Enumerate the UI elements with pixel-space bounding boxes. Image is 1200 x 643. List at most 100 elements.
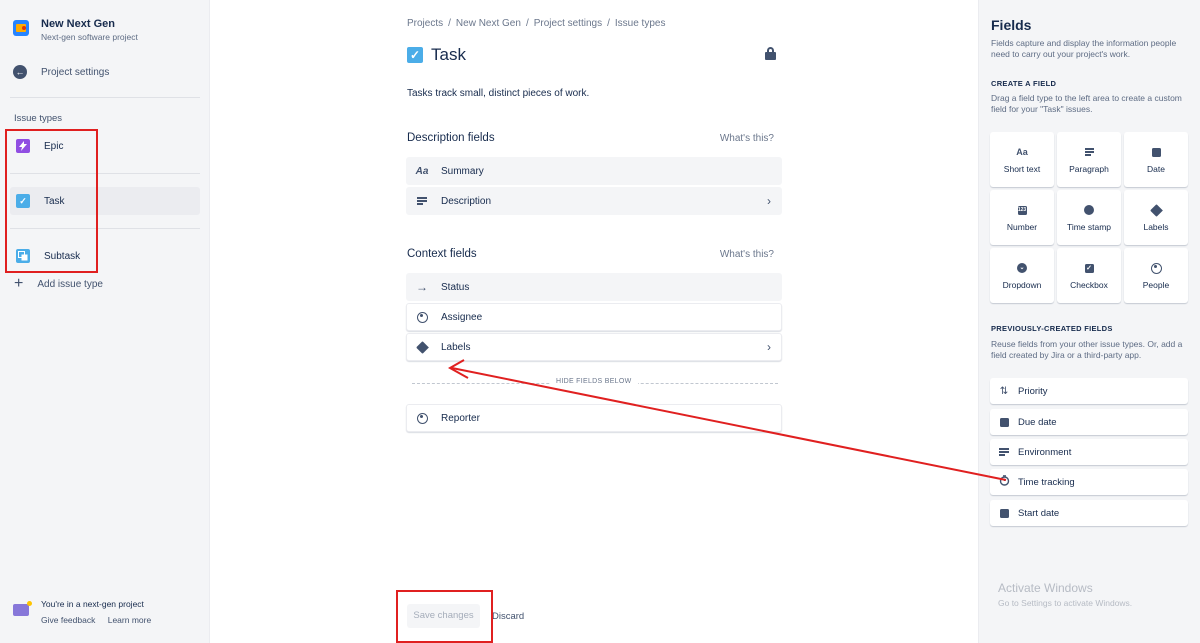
previous-fields-help: Reuse fields from your other issue types… <box>991 339 1183 360</box>
prev-field-label: Environment <box>1018 446 1072 458</box>
paragraph-icon <box>1057 145 1121 159</box>
breadcrumb-project-settings[interactable]: Project settings <box>534 18 602 29</box>
arrow-right-icon: → <box>416 280 428 294</box>
whats-this-link[interactable]: What's this? <box>720 249 774 260</box>
fields-panel-intro: Fields capture and display the informati… <box>991 38 1177 59</box>
stopwatch-icon <box>998 475 1010 489</box>
left-sidebar: New Next Gen Next-gen software project ←… <box>0 0 210 643</box>
add-issue-type-label: Add issue type <box>37 278 103 290</box>
person-icon <box>415 311 429 323</box>
project-header[interactable]: New Next Gen Next-gen software project <box>13 18 138 42</box>
tile-label: Short text <box>1003 164 1041 174</box>
person-icon <box>415 412 429 424</box>
breadcrumb: Projects / New Next Gen / Project settings / I… <box>407 18 666 29</box>
tag-icon <box>415 340 429 354</box>
prev-field-label: Priority <box>1018 385 1048 397</box>
context-fields-heading: Context fields <box>407 248 477 260</box>
field-type-dropdown[interactable]: ⌄ Dropdown <box>990 248 1054 303</box>
chevron-right-icon: › <box>767 340 771 354</box>
text-icon: Aa <box>1016 147 1028 157</box>
prev-field-priority[interactable]: ⇅ Priority <box>990 378 1188 404</box>
calendar-icon <box>999 508 1009 518</box>
checkbox-icon: ✓ <box>1084 263 1094 273</box>
annotation-box-issue-types <box>5 129 98 273</box>
field-label: Status <box>441 281 470 293</box>
breadcrumb-issue-types[interactable]: Issue types <box>615 18 666 29</box>
tag-icon <box>1149 203 1163 217</box>
tile-label: Number <box>1006 222 1038 232</box>
plus-icon: + <box>14 275 24 292</box>
project-subtitle: Next-gen software project <box>41 32 138 42</box>
clock-icon <box>1084 205 1094 215</box>
field-label: Reporter <box>441 412 480 424</box>
create-field-heading: CREATE A FIELD <box>991 79 1057 88</box>
back-to-project-settings[interactable]: ← Project settings <box>13 65 109 79</box>
project-avatar-icon <box>13 20 29 36</box>
paragraph-icon <box>415 196 429 207</box>
breadcrumb-projects[interactable]: Projects <box>407 18 443 29</box>
field-type-paragraph[interactable]: Paragraph <box>1057 132 1121 187</box>
next-gen-note-text: You're in a next-gen project <box>41 599 144 609</box>
divider <box>10 97 200 98</box>
field-labels[interactable]: Labels › <box>406 333 782 361</box>
discard-button[interactable]: Discard <box>492 611 524 622</box>
give-feedback-link[interactable]: Give feedback <box>41 615 95 625</box>
prev-field-time-tracking[interactable]: Time tracking <box>990 469 1188 495</box>
calendar-icon <box>999 417 1009 427</box>
issue-type-title-row: ✓ Task <box>407 45 466 65</box>
next-gen-note: You're in a next-gen project Give feedba… <box>13 599 161 625</box>
add-issue-type-button[interactable]: + Add issue type <box>14 275 103 292</box>
lock-icon[interactable] <box>765 47 776 60</box>
checkbox-icon: ✓ <box>407 47 423 63</box>
whats-this-link[interactable]: What's this? <box>720 133 774 144</box>
previous-fields-heading: PREVIOUSLY-CREATED FIELDS <box>991 324 1113 333</box>
field-summary[interactable]: Aa Summary <box>406 157 782 185</box>
page-title[interactable]: Task <box>431 45 466 65</box>
calendar-icon <box>1151 147 1161 157</box>
tile-label: Date <box>1147 164 1165 174</box>
field-reporter[interactable]: Reporter <box>406 404 782 432</box>
field-type-checkbox[interactable]: ✓ Checkbox <box>1057 248 1121 303</box>
tile-label: Paragraph <box>1069 164 1109 174</box>
prev-field-due-date[interactable]: Due date <box>990 409 1188 435</box>
tile-label: Time stamp <box>1066 222 1112 232</box>
field-type-short-text[interactable]: Aa Short text <box>990 132 1054 187</box>
prev-field-environment[interactable]: Environment <box>990 439 1188 465</box>
field-description[interactable]: Description › <box>406 187 782 215</box>
create-field-help: Drag a field type to the left area to cr… <box>991 93 1182 114</box>
back-label: Project settings <box>41 66 110 78</box>
prev-field-start-date[interactable]: Start date <box>990 500 1188 526</box>
number-icon: 123 <box>1017 205 1027 215</box>
field-type-number[interactable]: 123 Number <box>990 190 1054 245</box>
field-type-people[interactable]: People <box>1124 248 1188 303</box>
tile-label: Dropdown <box>1002 280 1042 290</box>
annotation-box-save <box>396 590 493 643</box>
breadcrumb-project[interactable]: New Next Gen <box>456 18 521 29</box>
hide-fields-label: HIDE FIELDS BELOW <box>550 378 638 385</box>
description-fields-heading: Description fields <box>407 132 495 144</box>
watermark-title: Activate Windows <box>998 581 1093 595</box>
person-icon <box>1150 262 1162 274</box>
field-status[interactable]: → Status <box>406 273 782 301</box>
chevron-right-icon: › <box>767 194 771 208</box>
field-type-date[interactable]: Date <box>1124 132 1188 187</box>
fields-panel-title: Fields <box>991 17 1032 33</box>
field-type-labels[interactable]: Labels <box>1124 190 1188 245</box>
field-label: Assignee <box>441 311 483 323</box>
project-name: New Next Gen <box>41 18 115 30</box>
tile-label: Labels <box>1143 222 1169 232</box>
paragraph-icon <box>998 447 1010 458</box>
priority-icon: ⇅ <box>999 385 1009 397</box>
field-label: Labels <box>441 341 471 353</box>
issue-type-description[interactable]: Tasks track small, distinct pieces of wo… <box>407 88 589 99</box>
learn-more-link[interactable]: Learn more <box>108 615 151 625</box>
field-label: Description <box>441 195 492 207</box>
prev-field-label: Due date <box>1018 416 1057 428</box>
field-type-time-stamp[interactable]: Time stamp <box>1057 190 1121 245</box>
fields-panel: Fields Fields capture and display the in… <box>978 0 1200 643</box>
arrow-left-icon: ← <box>13 65 27 79</box>
tile-label: Checkbox <box>1070 280 1108 290</box>
field-assignee[interactable]: Assignee <box>406 303 782 331</box>
folder-icon <box>13 601 32 616</box>
windows-activation-watermark: Activate Windows Go to Settings to activ… <box>998 581 1132 608</box>
